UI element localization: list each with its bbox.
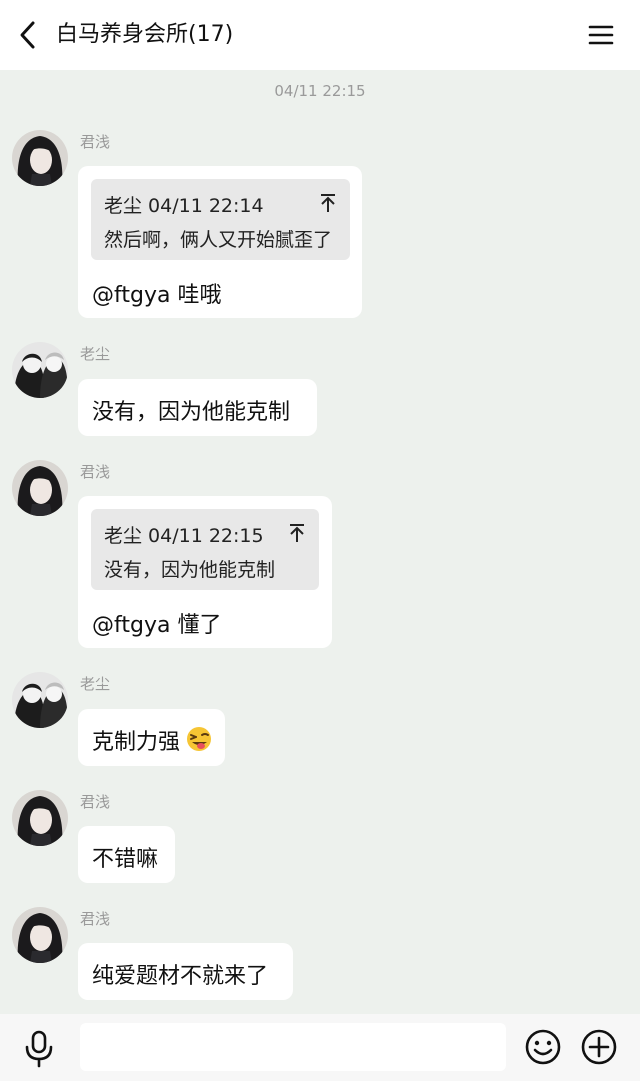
message-input[interactable] [80,1023,506,1071]
quote-header: 老尘 04/11 22:14 [104,195,264,217]
quote-body: 然后啊，俩人又开始腻歪了 [104,229,333,251]
message-text: 没有，因为他能克制 [92,400,291,425]
message-bubble[interactable]: 克制力强 [78,709,225,766]
sender-name: 老尘 [80,345,111,363]
sender-name: 君浅 [80,133,111,151]
more-options-button[interactable] [580,1028,618,1066]
girl-avatar-icon [12,790,68,846]
chat-title: 白马养身会所(17) [56,22,234,47]
emoji-button[interactable] [524,1028,562,1066]
voice-button[interactable] [22,1030,56,1068]
message-text: 不错嘛 [92,847,159,872]
message-text: 纯爱题材不就来了 [92,964,269,989]
plus-circle-icon [581,1029,617,1065]
sender-name: 君浅 [80,910,111,928]
chevron-left-icon [20,21,35,49]
message-input-bar [0,1014,640,1081]
sender-avatar[interactable] [12,130,68,186]
girl-avatar-icon [12,460,68,516]
message-bubble[interactable]: 纯爱题材不就来了 [78,943,293,1000]
sender-avatar[interactable] [12,672,68,728]
sender-name: 老尘 [80,675,111,693]
quote-body: 没有，因为他能克制 [104,559,276,581]
message-bubble[interactable]: 没有，因为他能克制 [78,379,317,436]
sender-avatar[interactable] [12,907,68,963]
couple-avatar-icon [12,342,68,398]
message-bubble[interactable]: 老尘 04/11 22:15 没有，因为他能克制 @ftgya 懂了 [78,496,332,648]
back-button[interactable] [12,18,46,52]
quote-header: 老尘 04/11 22:15 [104,525,264,547]
smiley-icon [525,1029,561,1065]
message-bubble[interactable]: 不错嘛 [78,826,175,883]
sender-name: 君浅 [80,793,111,811]
quoted-message[interactable]: 老尘 04/11 22:15 没有，因为他能克制 [91,509,319,590]
jump-to-top-icon[interactable] [288,523,306,543]
message-bubble[interactable]: 老尘 04/11 22:14 然后啊，俩人又开始腻歪了 @ftgya 哇哦 [78,166,362,318]
hamburger-menu-icon [588,25,614,45]
message-text: @ftgya 哇哦 [92,283,222,308]
microphone-icon [25,1030,53,1068]
sender-avatar[interactable] [12,460,68,516]
sender-name: 君浅 [80,463,111,481]
girl-avatar-icon [12,130,68,186]
menu-button[interactable] [586,20,616,50]
couple-avatar-icon [12,672,68,728]
girl-avatar-icon [12,907,68,963]
sender-avatar[interactable] [12,342,68,398]
grinning-tongue-emoji [186,726,212,752]
chat-header: 白马养身会所(17) [0,0,640,70]
sender-avatar[interactable] [12,790,68,846]
jump-to-top-icon[interactable] [319,193,337,213]
message-text: 克制力强 [92,730,181,755]
quoted-message[interactable]: 老尘 04/11 22:14 然后啊，俩人又开始腻歪了 [91,179,350,260]
message-timestamp: 04/11 22:15 [274,82,366,100]
message-text: @ftgya 懂了 [92,613,222,638]
